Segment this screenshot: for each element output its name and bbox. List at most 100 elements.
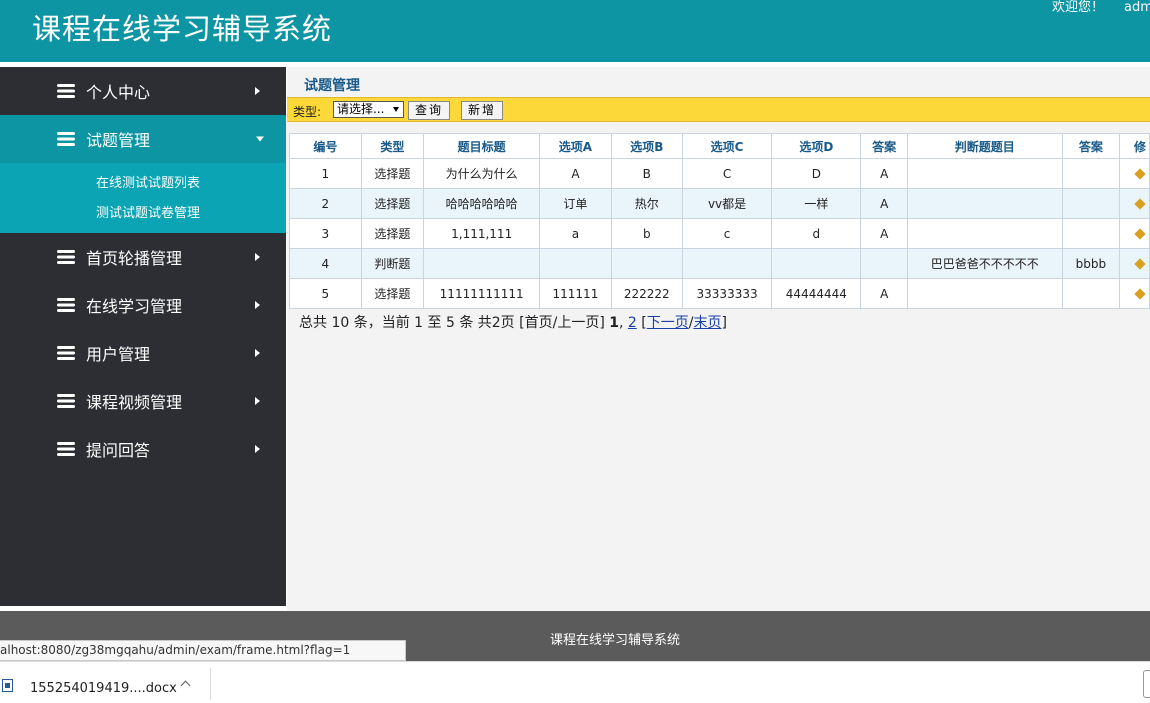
column-header-type: 类型 — [360, 133, 425, 159]
table-header-row: 编号 类型 题目标题 选项A 选项B 选项C 选项D 答案 判断题题目 答案 修 — [289, 133, 1150, 159]
cell: 1 — [289, 158, 362, 189]
submenu-item-test-paper-management[interactable]: 测试试题试卷管理 — [0, 199, 286, 229]
edit-icon[interactable] — [1134, 167, 1146, 180]
last-page-link[interactable]: 末页 — [693, 315, 721, 331]
cell: 2 — [289, 188, 362, 219]
page-2-link[interactable]: 2 — [628, 315, 637, 331]
sidebar-item-qa[interactable]: 提问回答 — [0, 425, 286, 473]
cell: 为什么为什么 — [423, 158, 541, 189]
sidebar-item-personal-center[interactable]: 个人中心 — [0, 67, 286, 115]
sidebar-item-label: 课程视频管理 — [86, 393, 183, 412]
next-page-link[interactable]: 下一页 — [647, 315, 689, 331]
sidebar-item-label: 用户管理 — [86, 345, 151, 364]
sidebar: 个人中心 试题管理 在线测试试题列表 测试试题试卷管理 首页轮播管理 在线学习管… — [0, 67, 286, 606]
sidebar-item-label: 试题管理 — [86, 131, 151, 150]
cell: b — [610, 218, 683, 249]
sidebar-item-carousel-management[interactable]: 首页轮播管理 — [0, 233, 286, 281]
cell — [860, 248, 908, 279]
add-button[interactable]: 新增 — [461, 101, 504, 120]
cell: A — [860, 218, 908, 249]
stack-icon — [57, 84, 75, 98]
page-title: 试题管理 — [304, 78, 360, 94]
edit-cell — [1118, 158, 1150, 189]
column-header-id: 编号 — [289, 133, 362, 159]
chevron-right-icon — [255, 253, 260, 261]
stack-icon — [57, 442, 75, 456]
chevron-down-icon — [256, 136, 264, 142]
cell — [610, 248, 683, 279]
pagination-summary: 总共 10 条，当前 1 至 5 条 共2页 — [299, 315, 515, 331]
cell: D — [771, 158, 862, 189]
chevron-right-icon — [255, 87, 260, 95]
edit-icon[interactable] — [1134, 227, 1146, 240]
cell: 1,111,111 — [423, 218, 541, 249]
cell — [906, 278, 1063, 309]
column-header-tf-question: 判断题题目 — [906, 133, 1063, 159]
cell — [1061, 188, 1120, 219]
stack-icon — [57, 346, 75, 360]
search-button[interactable]: 查询 — [408, 101, 451, 120]
cell — [1061, 158, 1120, 189]
chevron-right-icon — [255, 349, 260, 357]
cell: 222222 — [610, 278, 683, 309]
table-row: 1 选择题 为什么为什么 A B C D A — [289, 158, 1150, 189]
edit-icon[interactable] — [1134, 287, 1146, 300]
edit-icon[interactable] — [1134, 197, 1146, 210]
show-all-button[interactable] — [1143, 670, 1150, 698]
table-row: 3 选择题 1,111,111 a b c d A — [289, 218, 1150, 249]
cell: 订单 — [539, 188, 612, 219]
status-bar-url: alhost:8080/zg38mgqahu/admin/exam/frame.… — [0, 640, 406, 661]
top-header: 课程在线学习辅导系统 欢迎您！ adm — [0, 0, 1150, 62]
column-header-answer: 答案 — [860, 133, 908, 159]
chevron-up-icon[interactable] — [180, 680, 191, 691]
sidebar-item-online-learning[interactable]: 在线学习管理 — [0, 281, 286, 329]
cell: d — [771, 218, 862, 249]
table-row: 2 选择题 哈哈哈哈哈哈 订单 热尔 vv都是 一样 A — [289, 188, 1150, 219]
word-doc-icon — [2, 679, 13, 692]
current-page: 1 — [609, 315, 619, 331]
footer-text: 课程在线学习辅导系统 — [550, 633, 681, 648]
edit-cell — [1118, 248, 1150, 279]
welcome-label: 欢迎您！ — [1052, 0, 1105, 15]
cell: a — [539, 218, 612, 249]
chevron-right-icon — [255, 445, 260, 453]
column-header-option-d: 选项D — [771, 133, 862, 159]
type-select[interactable]: 请选择... — [333, 101, 404, 118]
cell: c — [681, 218, 773, 249]
column-header-tf-answer: 答案 — [1061, 133, 1120, 159]
edit-icon[interactable] — [1134, 257, 1146, 270]
cell — [539, 248, 612, 279]
edit-cell — [1118, 218, 1150, 249]
cell: 11111111111 — [423, 278, 541, 309]
cell — [1061, 278, 1120, 309]
cell — [906, 218, 1063, 249]
user-name-link[interactable]: adm — [1124, 0, 1150, 15]
chevron-right-icon — [255, 397, 260, 405]
cell — [423, 248, 541, 279]
cell: 33333333 — [681, 278, 773, 309]
cell: 44444444 — [771, 278, 862, 309]
cell: vv都是 — [681, 188, 773, 219]
page-separator: , — [618, 315, 624, 331]
column-header-option-c: 选项C — [681, 133, 773, 159]
stack-icon — [57, 298, 75, 312]
cell: 一样 — [771, 188, 862, 219]
sidebar-item-question-management[interactable]: 试题管理 — [0, 115, 286, 163]
main-content: 试题管理 类型: 请选择... 查询 新增 编号 类型 题目标题 选项A 选项B… — [287, 67, 1150, 611]
stack-icon — [57, 132, 75, 146]
sidebar-item-label: 提问回答 — [86, 441, 151, 460]
cell: 3 — [289, 218, 362, 249]
cell — [1061, 218, 1120, 249]
sidebar-item-label: 在线学习管理 — [86, 297, 183, 316]
cell — [906, 158, 1063, 189]
chevron-right-icon — [255, 301, 260, 309]
column-header-option-b: 选项B — [610, 133, 683, 159]
sidebar-item-course-video[interactable]: 课程视频管理 — [0, 377, 286, 425]
stack-icon — [57, 394, 75, 408]
download-file-name[interactable]: 155254019419....docx — [30, 681, 177, 696]
cell: 选择题 — [360, 278, 425, 309]
cell: 5 — [289, 278, 362, 309]
sidebar-item-user-management[interactable]: 用户管理 — [0, 329, 286, 377]
table-row: 5 选择题 11111111111 111111 222222 33333333… — [289, 278, 1150, 309]
submenu-item-online-test-list[interactable]: 在线测试试题列表 — [0, 169, 286, 199]
